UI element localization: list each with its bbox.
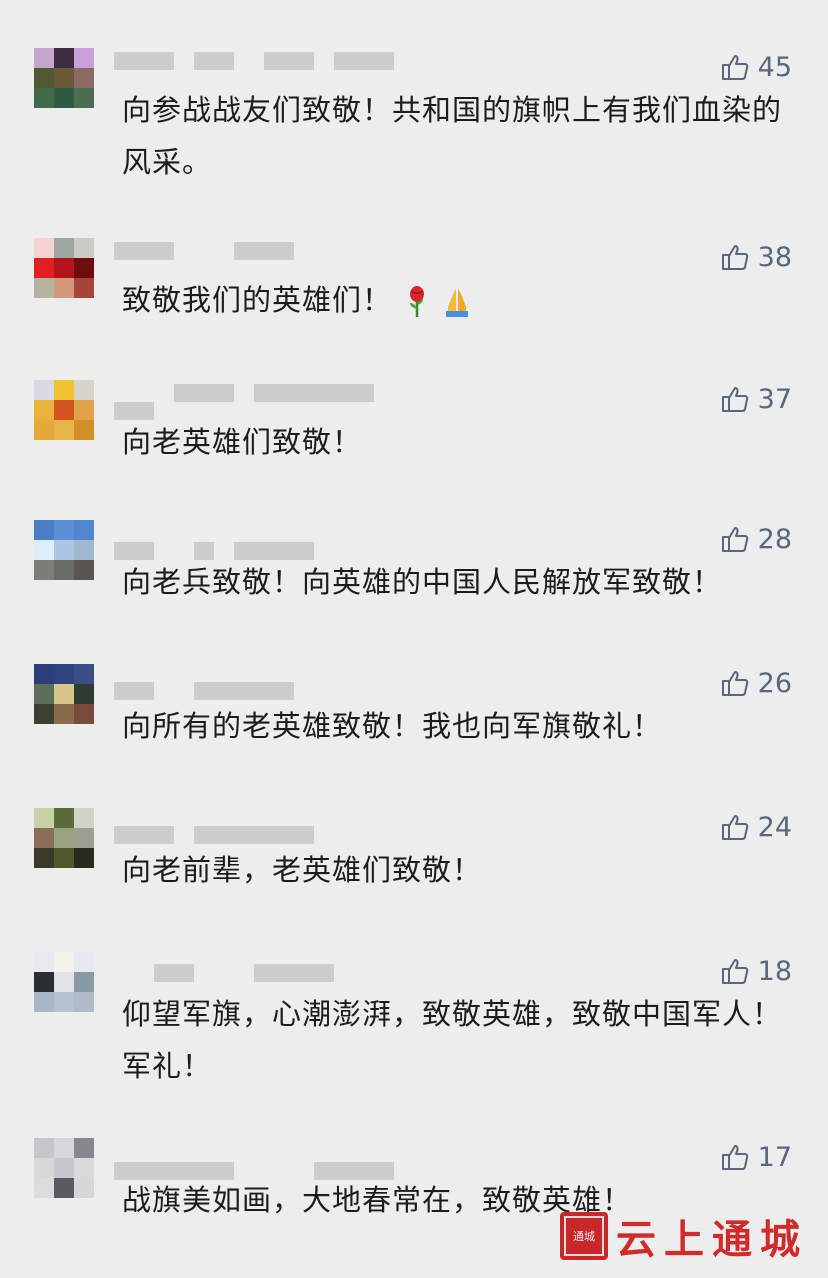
like-count: 38: [757, 241, 792, 273]
avatar[interactable]: [34, 1138, 94, 1198]
like-button[interactable]: 26: [720, 666, 792, 700]
thumbs-up-icon: [721, 245, 748, 270]
thumbs-up-icon: [721, 671, 748, 696]
comment-text: 向老兵致敬！向英雄的中国人民解放军致敬！: [122, 565, 723, 599]
thumbs-up-icon: [721, 959, 748, 984]
like-count: 37: [757, 383, 792, 415]
like-button[interactable]: 17: [720, 1140, 792, 1174]
seal-text: 通城: [564, 1216, 604, 1256]
comment-text: 致敬我们的英雄们！: [122, 274, 802, 326]
watermark-logo: 通城 云上通城: [560, 1208, 810, 1264]
username-blurred[interactable]: [114, 242, 414, 260]
avatar[interactable]: [34, 952, 94, 1012]
like-count: 17: [757, 1141, 792, 1173]
username-blurred[interactable]: [114, 384, 414, 420]
username-blurred[interactable]: [114, 812, 414, 844]
like-count: 45: [757, 51, 792, 83]
username-blurred[interactable]: [114, 52, 414, 70]
like-count: 26: [757, 667, 792, 699]
like-button[interactable]: 38: [720, 240, 792, 274]
like-button[interactable]: 24: [720, 810, 792, 844]
thumbs-up-icon: [721, 527, 748, 552]
seal-logo: 通城: [560, 1212, 608, 1260]
avatar[interactable]: [34, 238, 94, 298]
comment-text: 向老英雄们致敬！: [122, 425, 363, 459]
username-blurred[interactable]: [114, 956, 414, 982]
like-count: 24: [757, 811, 792, 843]
like-count: 18: [757, 955, 792, 987]
thumbs-up-icon: [721, 387, 748, 412]
avatar[interactable]: [34, 808, 94, 868]
avatar[interactable]: [34, 380, 94, 440]
comment-text-body: 致敬我们的英雄们！: [122, 283, 393, 317]
like-button[interactable]: 45: [720, 50, 792, 84]
username-blurred[interactable]: [114, 1142, 414, 1180]
avatar[interactable]: [34, 48, 94, 108]
like-button[interactable]: 37: [720, 382, 792, 416]
rose-emoji: [410, 286, 425, 317]
comment-text: 向参战战友们致敬！共和国的旗帜上有我们血染的风采。: [122, 93, 783, 179]
thumbs-up-icon: [721, 1145, 748, 1170]
like-button[interactable]: 18: [720, 954, 792, 988]
comment-list: 45 向参战战友们致敬！共和国的旗帜上有我们血染的风采。 38 致敬我们的英雄们…: [0, 0, 828, 1278]
folded-hands-emoji: [446, 289, 469, 317]
comment-text: 仰望军旗，心潮澎湃，致敬英雄，致敬中国军人！军礼！: [122, 997, 783, 1083]
watermark-text: 云上通城: [616, 1216, 808, 1263]
thumbs-up-icon: [721, 815, 748, 840]
username-blurred[interactable]: [114, 668, 414, 700]
thumbs-up-icon: [721, 55, 748, 80]
like-count: 28: [757, 523, 792, 555]
username-blurred[interactable]: [114, 524, 414, 560]
avatar[interactable]: [34, 520, 94, 580]
comment-text: 向老前辈，老英雄们致敬！: [122, 853, 483, 887]
like-button[interactable]: 28: [720, 522, 792, 556]
comment-text: 向所有的老英雄致敬！我也向军旗敬礼！: [122, 709, 663, 743]
avatar[interactable]: [34, 664, 94, 724]
